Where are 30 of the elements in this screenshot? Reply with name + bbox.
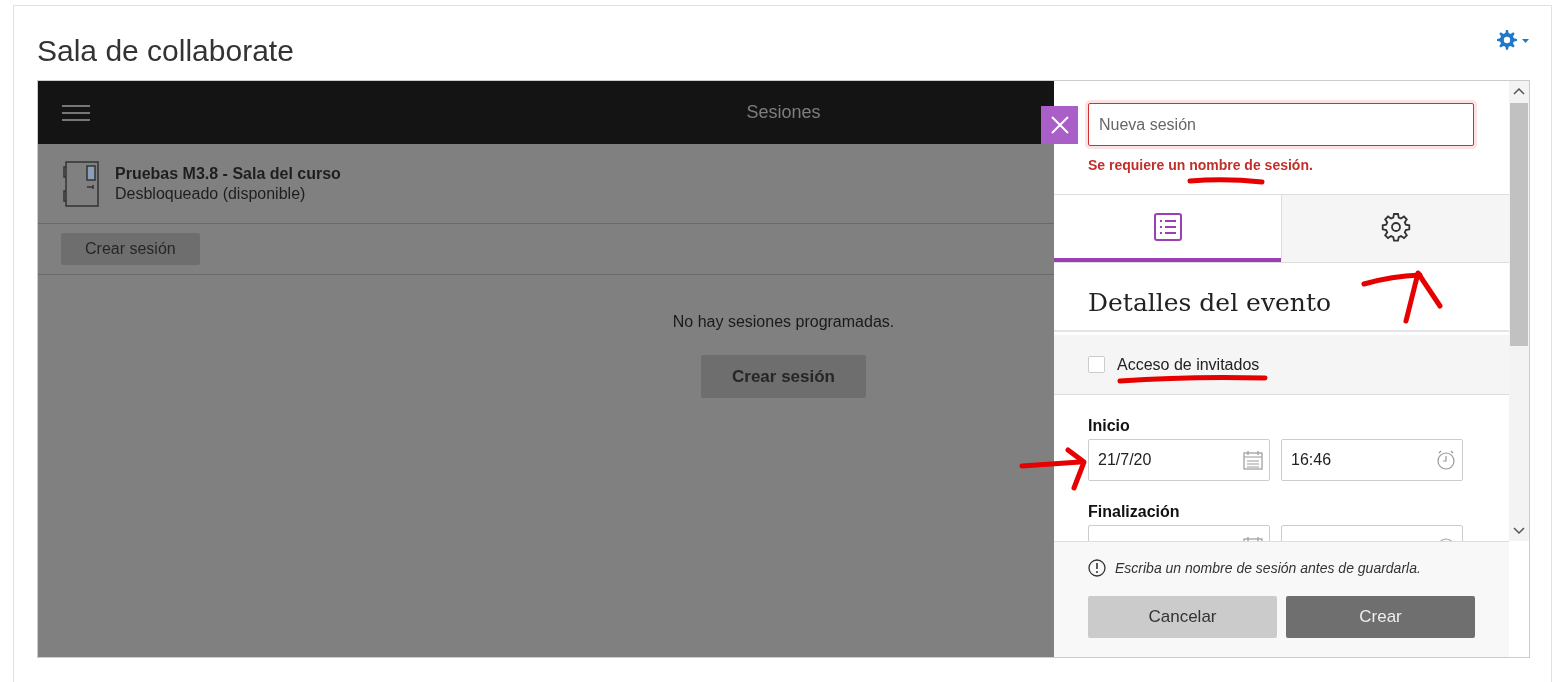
end-label: Finalización	[1088, 503, 1181, 521]
scrollbar[interactable]	[1509, 81, 1529, 541]
door-icon	[63, 160, 99, 207]
scrollbar-thumb[interactable]	[1510, 103, 1528, 346]
session-name-field[interactable]: Nueva sesión	[1088, 103, 1474, 146]
room-status: Desbloqueado (disponible)	[115, 184, 307, 203]
info-icon	[1088, 559, 1106, 577]
error-message: Se requiere un nombre de sesión.	[1088, 157, 1314, 173]
settings-icon[interactable]	[1494, 28, 1530, 52]
guest-access-label: Acceso de invitados	[1117, 355, 1260, 374]
page-title: Sala de collaborate	[37, 34, 294, 68]
start-time-field[interactable]: 16:46	[1281, 439, 1463, 481]
guest-access-checkbox[interactable]	[1088, 356, 1105, 373]
close-icon	[1050, 116, 1069, 134]
empty-message: No hay sesiones programadas.	[672, 313, 895, 331]
clock-icon	[1436, 450, 1456, 470]
start-label: Inicio	[1088, 417, 1131, 435]
room-name: Pruebas M3.8 - Sala del curso	[115, 164, 341, 183]
notice-text: Escriba un nombre de sesión antes de guardarla.	[1115, 560, 1421, 576]
start-date-field[interactable]: 21/7/20	[1088, 439, 1270, 481]
create-button[interactable]: Crear	[1286, 596, 1475, 638]
list-icon	[1153, 212, 1182, 241]
gear-icon	[1380, 211, 1411, 242]
close-button[interactable]	[1041, 106, 1078, 144]
cancel-button[interactable]: Cancelar	[1088, 596, 1277, 638]
scroll-down-icon[interactable]	[1513, 527, 1525, 535]
scroll-up-icon[interactable]	[1513, 87, 1525, 95]
menu-icon[interactable]	[62, 104, 90, 121]
calendar-icon	[1243, 450, 1263, 470]
header-title: Sesiones	[746, 102, 821, 123]
